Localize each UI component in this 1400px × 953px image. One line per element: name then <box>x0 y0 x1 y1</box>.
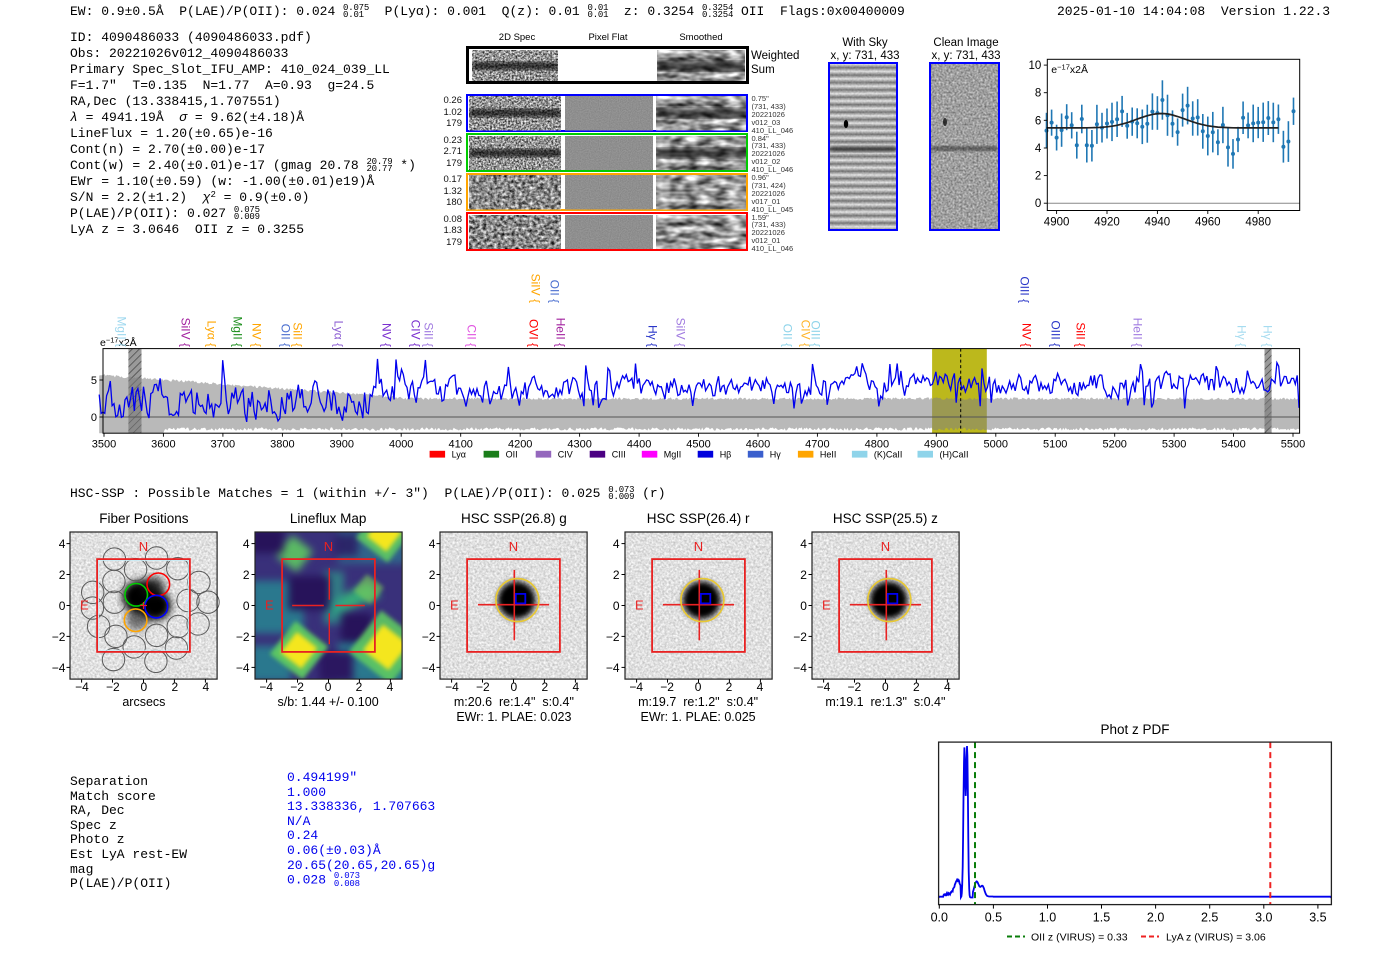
svg-text:1.5: 1.5 <box>1093 911 1110 925</box>
svg-text:3.0: 3.0 <box>1255 911 1272 925</box>
svg-text:(K)CaII: (K)CaII <box>874 450 903 460</box>
svg-text:8: 8 <box>1035 88 1041 100</box>
svg-text:10: 10 <box>1029 60 1042 72</box>
svg-text:4900: 4900 <box>1044 217 1070 229</box>
svg-text:N: N <box>881 539 890 554</box>
svg-text:3900: 3900 <box>330 439 354 451</box>
svg-text:3.5: 3.5 <box>1309 911 1326 925</box>
svg-text:5500: 5500 <box>1281 439 1305 451</box>
svg-text:4500: 4500 <box>686 439 710 451</box>
svg-text:SiIV {: SiIV { <box>529 274 543 303</box>
svg-text:4940: 4940 <box>1145 217 1171 229</box>
svg-text:MgII {: MgII { <box>115 316 129 347</box>
svg-text:2.5: 2.5 <box>1201 911 1218 925</box>
svg-text:Hγ {: Hγ { <box>646 325 660 347</box>
svg-text:4960: 4960 <box>1195 217 1221 229</box>
svg-text:SiII {: SiII { <box>291 322 305 347</box>
svg-text:OIII {: OIII { <box>1018 276 1032 303</box>
svg-text:5400: 5400 <box>1221 439 1245 451</box>
svg-text:LyA z (VIRUS) = 3.06: LyA z (VIRUS) = 3.06 <box>1166 932 1266 944</box>
svg-text:OIII {: OIII { <box>1049 320 1063 347</box>
svg-text:Hγ: Hγ <box>770 450 781 460</box>
svg-text:SiIV {: SiIV { <box>179 318 193 347</box>
svg-text:N: N <box>323 539 332 554</box>
svg-text:OIII {: OIII { <box>809 320 823 347</box>
svg-text:Lyα: Lyα <box>452 450 466 460</box>
svg-text:0: 0 <box>91 412 97 424</box>
svg-text:4000: 4000 <box>389 439 413 451</box>
svg-text:E: E <box>80 598 89 613</box>
svg-text:(H)CaII: (H)CaII <box>940 450 969 460</box>
svg-text:3500: 3500 <box>92 439 116 451</box>
svg-text:5200: 5200 <box>1102 439 1126 451</box>
svg-text:E: E <box>450 598 459 613</box>
svg-text:HeII {: HeII { <box>1131 318 1145 347</box>
svg-text:0: 0 <box>1035 198 1041 210</box>
svg-text:0.5: 0.5 <box>985 911 1002 925</box>
svg-text:CIII: CIII <box>612 450 626 460</box>
svg-text:5300: 5300 <box>1162 439 1186 451</box>
svg-text:E: E <box>265 598 274 613</box>
svg-text:OII {: OII { <box>781 324 795 347</box>
svg-text:Hβ: Hβ <box>720 450 732 460</box>
svg-text:4600: 4600 <box>746 439 770 451</box>
svg-text:2.0: 2.0 <box>1147 911 1164 925</box>
svg-text:CIV: CIV <box>558 450 573 460</box>
svg-text:5: 5 <box>91 375 97 387</box>
svg-text:NV {: NV { <box>1020 323 1034 347</box>
svg-text:MgII: MgII <box>664 450 682 460</box>
svg-text:5100: 5100 <box>1043 439 1067 451</box>
svg-text:5000: 5000 <box>984 439 1008 451</box>
svg-text:4980: 4980 <box>1245 217 1271 229</box>
svg-text:SiIV {: SiIV { <box>674 318 688 347</box>
svg-text:1.0: 1.0 <box>1039 911 1056 925</box>
svg-text:2: 2 <box>1035 171 1041 183</box>
svg-text:6: 6 <box>1035 115 1041 127</box>
svg-text:SiII {: SiII { <box>1074 322 1088 347</box>
svg-text:4920: 4920 <box>1094 217 1120 229</box>
svg-text:0.0: 0.0 <box>931 911 948 925</box>
svg-text:e−17x2Å: e−17x2Å <box>1051 63 1088 77</box>
svg-text:E: E <box>635 598 644 613</box>
svg-text:4: 4 <box>1035 143 1042 155</box>
svg-text:3800: 3800 <box>270 439 294 451</box>
svg-text:NV {: NV { <box>380 323 394 347</box>
svg-text:E: E <box>822 598 831 613</box>
svg-text:HeII: HeII <box>820 450 837 460</box>
svg-text:3700: 3700 <box>211 439 235 451</box>
svg-text:MgII {: MgII { <box>231 316 245 347</box>
svg-text:N: N <box>693 539 702 554</box>
svg-text:OII: OII <box>506 450 518 460</box>
svg-text:OVI {: OVI { <box>527 319 541 347</box>
svg-text:4400: 4400 <box>627 439 651 451</box>
svg-text:Lyα {: Lyα { <box>332 320 346 347</box>
svg-text:CII {: CII { <box>465 324 479 347</box>
svg-text:SiII {: SiII { <box>422 322 436 347</box>
svg-text:CIV {: CIV { <box>409 320 423 347</box>
svg-text:N: N <box>509 539 518 554</box>
svg-text:OII {: OII { <box>548 280 562 303</box>
svg-text:HeII {: HeII { <box>554 318 568 347</box>
svg-text:Hγ {: Hγ { <box>1261 325 1275 347</box>
svg-text:Hγ {: Hγ { <box>1235 325 1249 347</box>
svg-text:OII {: OII { <box>279 324 293 347</box>
svg-text:OII z (VIRUS) = 0.33: OII z (VIRUS) = 0.33 <box>1031 932 1128 944</box>
svg-text:3600: 3600 <box>151 439 175 451</box>
svg-text:Lyα {: Lyα { <box>205 320 219 347</box>
svg-text:N: N <box>139 539 148 554</box>
svg-text:NV {: NV { <box>250 323 264 347</box>
